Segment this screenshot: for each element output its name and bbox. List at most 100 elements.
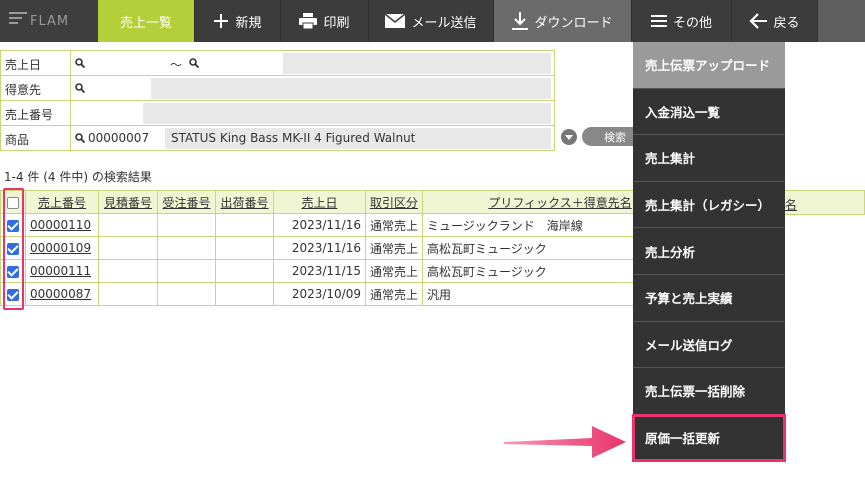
other-menu-button[interactable]: その他 xyxy=(632,0,732,42)
column-header-sales-no[interactable]: 売上番号 xyxy=(25,190,99,214)
sales-no-link[interactable]: 00000109 xyxy=(30,241,91,255)
menu-item-upload-sales-slips[interactable]: 売上伝票アップロード xyxy=(633,42,785,89)
tab-sales-list-label: 売上一覧 xyxy=(119,15,172,31)
search-row-customer: 得意先 xyxy=(1,76,554,101)
column-header-shipment-no[interactable]: 出荷番号 xyxy=(215,190,274,214)
column-header-quote-no[interactable]: 見積番号 xyxy=(98,190,158,214)
mail-icon xyxy=(385,14,406,28)
column-header-sales-date[interactable]: 売上日 xyxy=(273,190,366,214)
menu-item-sales-summary[interactable]: 売上集計 xyxy=(633,135,785,182)
shipment-no-cell xyxy=(215,236,274,260)
order-no-cell xyxy=(157,213,216,237)
menu-item-label: 予算と売上実績 xyxy=(645,291,733,307)
sales-date-cell: 2023/11/16 xyxy=(273,236,366,260)
tab-sales-list[interactable]: 売上一覧 xyxy=(98,0,195,42)
sales-no-cell: 00000110 xyxy=(25,213,99,237)
print-button[interactable]: 印刷 xyxy=(281,0,369,42)
printer-icon xyxy=(299,13,318,29)
product-label: 商品 xyxy=(1,126,71,150)
sales-date-cell: 2023/11/15 xyxy=(273,259,366,283)
sales-no-link[interactable]: 00000110 xyxy=(30,218,91,232)
menu-item-email-log[interactable]: メール送信ログ xyxy=(633,322,785,369)
sales-no-link[interactable]: 00000087 xyxy=(30,287,91,301)
checkbox-column-highlight xyxy=(3,188,24,310)
print-button-label: 印刷 xyxy=(323,15,350,31)
menu-item-label: 原価一括更新 xyxy=(645,431,721,447)
plus-icon xyxy=(214,14,229,28)
annotation-arrow-icon xyxy=(504,426,626,458)
hamburger-menu-icon xyxy=(650,15,667,27)
top-navigation-bar: FLAM 売上一覧 新規 印刷 メール送信 ダウンロード その他 戻る xyxy=(0,0,865,42)
results-table: 売上番号 見積番号 受注番号 出荷番号 売上日 取引区分 プリフィックス＋得意先… xyxy=(0,190,699,306)
result-summary: 1-4 件 (4 件中) の検索結果 xyxy=(4,170,152,184)
transaction-type-cell: 通常売上 xyxy=(364,282,424,306)
column-header-overflow-label: 名 xyxy=(785,198,798,212)
search-row-date: 売上日 ～ xyxy=(1,51,554,76)
transaction-type-cell: 通常売上 xyxy=(364,213,424,237)
date-from-input[interactable] xyxy=(75,53,167,74)
product-name-value: STATUS King Bass MK-II 4 Figured Walnut xyxy=(171,131,416,145)
app-logo[interactable]: FLAM xyxy=(0,0,98,42)
table-row: 00000087 2023/10/09 通常売上 汎用 xyxy=(0,282,699,306)
download-button[interactable]: ダウンロード xyxy=(494,0,632,42)
sales-number-filler xyxy=(143,103,551,124)
menu-item-sales-analysis[interactable]: 売上分析 xyxy=(633,228,785,275)
back-button[interactable]: 戻る xyxy=(732,0,818,42)
transaction-type-cell: 通常売上 xyxy=(364,259,424,283)
quote-no-cell xyxy=(98,259,158,283)
other-menu-label: その他 xyxy=(672,15,712,31)
chevron-down-circle-icon[interactable] xyxy=(561,129,577,145)
quote-no-cell xyxy=(98,282,158,306)
search-icon xyxy=(75,58,85,68)
menu-item-label: 売上伝票アップロード xyxy=(645,58,771,74)
menu-item-bulk-update-cost[interactable]: 原価一括更新 xyxy=(632,413,786,463)
search-row-number: 売上番号 xyxy=(1,101,554,126)
sales-date-cell: 2023/10/09 xyxy=(273,282,366,306)
menu-item-payment-reconciliation[interactable]: 入金消込一覧 xyxy=(633,89,785,136)
search-icon xyxy=(75,133,85,143)
topbar-spacer xyxy=(818,0,865,42)
sales-no-cell: 00000109 xyxy=(25,236,99,260)
product-code-value: 00000007 xyxy=(88,131,150,145)
new-button-label: 新規 xyxy=(235,15,262,31)
table-header-row: 売上番号 見積番号 受注番号 出荷番号 売上日 取引区分 プリフィックス＋得意先… xyxy=(0,190,699,214)
table-row: 00000111 2023/11/15 通常売上 高松瓦町ミュージック xyxy=(0,259,699,283)
table-row: 00000110 2023/11/16 通常売上 ミュージックランド 海岸線 xyxy=(0,213,699,237)
email-button[interactable]: メール送信 xyxy=(369,0,494,42)
customer-label: 得意先 xyxy=(1,76,71,100)
table-row: 00000109 2023/11/16 通常売上 高松瓦町ミュージック xyxy=(0,236,699,260)
order-no-cell xyxy=(157,282,216,306)
menu-item-bulk-delete-slips[interactable]: 売上伝票一括削除 xyxy=(633,368,785,415)
sales-no-cell: 00000111 xyxy=(25,259,99,283)
menu-item-label: 売上分析 xyxy=(645,244,696,260)
customer-input[interactable] xyxy=(75,78,151,99)
sales-number-input[interactable] xyxy=(73,103,143,124)
download-icon xyxy=(512,12,529,30)
email-button-label: メール送信 xyxy=(411,15,477,31)
column-header-transaction-type[interactable]: 取引区分 xyxy=(364,190,424,214)
other-dropdown-menu: 売上伝票アップロード 入金消込一覧 売上集計 売上集計（レガシー） 売上分析 予… xyxy=(632,42,786,463)
date-label: 売上日 xyxy=(1,51,71,75)
search-row-product: 商品 00000007 STATUS King Bass MK-II 4 Fig… xyxy=(1,126,554,151)
menu-item-sales-summary-legacy[interactable]: 売上集計（レガシー） xyxy=(633,182,785,229)
sales-date-cell: 2023/11/16 xyxy=(273,213,366,237)
product-name-field: STATUS King Bass MK-II 4 Figured Walnut xyxy=(165,128,551,149)
logo-text: FLAM xyxy=(30,14,70,29)
sales-number-label: 売上番号 xyxy=(1,101,71,125)
new-button[interactable]: 新規 xyxy=(195,0,281,42)
shipment-no-cell xyxy=(215,259,274,283)
sales-no-link[interactable]: 00000111 xyxy=(30,264,91,278)
menu-item-budget-vs-actual[interactable]: 予算と売上実績 xyxy=(633,275,785,322)
column-header-order-no[interactable]: 受注番号 xyxy=(157,190,216,214)
menu-item-label: 売上伝票一括削除 xyxy=(645,384,746,400)
back-button-label: 戻る xyxy=(773,15,800,31)
search-icon xyxy=(189,58,199,68)
menu-item-label: メール送信ログ xyxy=(645,337,733,353)
customer-name-field xyxy=(151,78,551,99)
product-code-input[interactable]: 00000007 xyxy=(75,128,165,149)
search-form: 売上日 ～ 得意先 売上番号 商品 00000007 STATUS King B… xyxy=(0,50,555,151)
date-to-input[interactable] xyxy=(187,53,283,74)
shipment-no-cell xyxy=(215,282,274,306)
logo-mark-icon xyxy=(9,12,27,26)
search-button[interactable]: 検索 xyxy=(582,127,633,146)
